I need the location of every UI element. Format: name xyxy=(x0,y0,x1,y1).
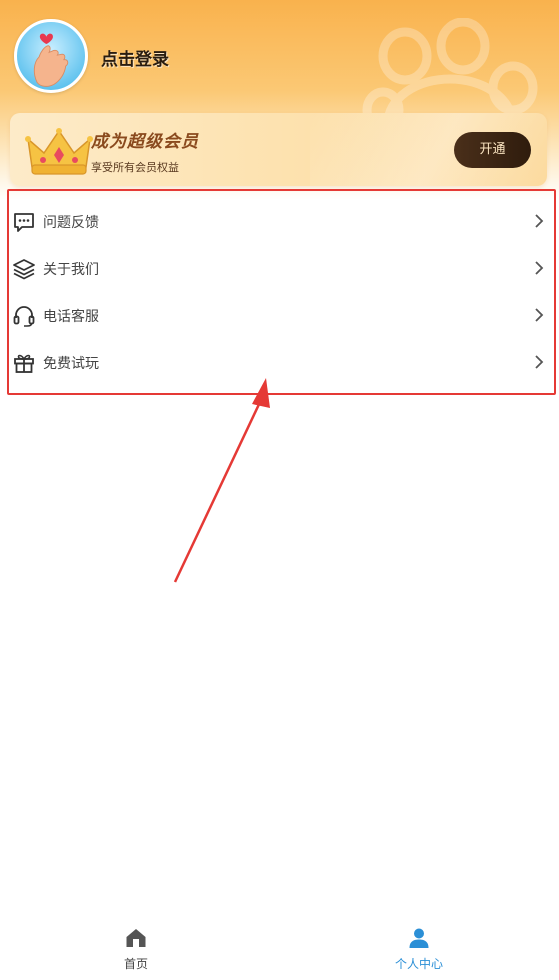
menu-item-about[interactable]: 关于我们 xyxy=(9,245,554,292)
avatar[interactable] xyxy=(14,19,88,93)
menu-item-label: 问题反馈 xyxy=(43,215,99,231)
bottom-tab-bar: 首页 个人中心 xyxy=(0,918,559,980)
vip-title: 成为超级会员 xyxy=(91,132,199,152)
login-prompt[interactable]: 点击登录 xyxy=(101,45,169,70)
menu-item-feedback[interactable]: 问题反馈 xyxy=(9,198,554,245)
layers-icon xyxy=(13,259,35,280)
menu-item-label: 免费试玩 xyxy=(43,356,99,372)
menu-highlight-box: 问题反馈 关于我们 电话客服 免费试玩 xyxy=(7,189,556,395)
chevron-right-icon xyxy=(535,261,544,275)
chevron-right-icon xyxy=(535,308,544,322)
menu-item-label: 关于我们 xyxy=(43,262,99,278)
tab-profile[interactable]: 个人中心 xyxy=(349,918,489,980)
menu-item-free-trial[interactable]: 免费试玩 xyxy=(9,339,554,386)
home-icon xyxy=(126,929,146,947)
vip-banner[interactable]: 成为超级会员 享受所有会员权益 开通 xyxy=(10,113,547,186)
vip-subtitle: 享受所有会员权益 xyxy=(91,161,179,174)
finger-heart-icon xyxy=(33,33,69,87)
menu-item-label: 电话客服 xyxy=(43,309,99,325)
chevron-right-icon xyxy=(535,214,544,228)
headset-icon xyxy=(13,306,35,327)
chat-bubble-icon xyxy=(14,213,34,232)
user-icon xyxy=(409,928,429,948)
tab-home[interactable]: 首页 xyxy=(66,918,206,980)
vip-open-button[interactable]: 开通 xyxy=(454,132,531,168)
crown-icon xyxy=(25,128,93,175)
tab-label: 个人中心 xyxy=(394,957,443,971)
chevron-right-icon xyxy=(535,355,544,369)
gift-icon xyxy=(14,354,34,373)
tab-label: 首页 xyxy=(123,957,148,971)
menu-item-phone-service[interactable]: 电话客服 xyxy=(9,292,554,339)
